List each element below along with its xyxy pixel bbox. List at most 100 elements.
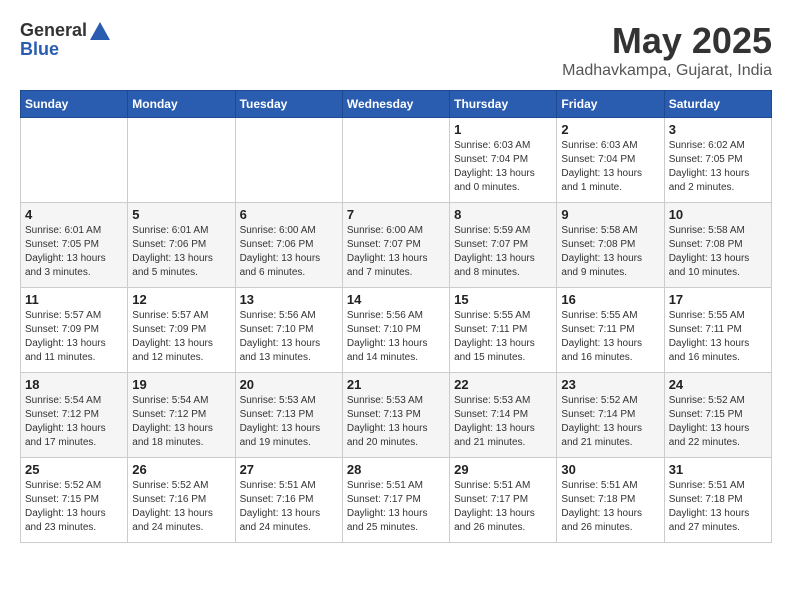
day-info: Sunrise: 5:52 AM Sunset: 7:14 PM Dayligh… — [561, 394, 659, 450]
title-area: May 2025 Madhavkampa, Gujarat, India — [562, 20, 772, 80]
day-info: Sunrise: 6:03 AM Sunset: 7:04 PM Dayligh… — [561, 139, 659, 195]
week-row-2: 11 Sunrise: 5:57 AM Sunset: 7:09 PM Dayli… — [21, 288, 772, 373]
day-info: Sunrise: 5:53 AM Sunset: 7:13 PM Dayligh… — [347, 394, 445, 450]
day-info: Sunrise: 5:51 AM Sunset: 7:16 PM Dayligh… — [240, 479, 338, 535]
day-info: Sunrise: 5:52 AM Sunset: 7:16 PM Dayligh… — [132, 479, 230, 535]
day-info: Sunrise: 6:01 AM Sunset: 7:06 PM Dayligh… — [132, 224, 230, 280]
day-cell: 30 Sunrise: 5:51 AM Sunset: 7:18 PM Dayli… — [557, 458, 664, 543]
day-info: Sunrise: 5:57 AM Sunset: 7:09 PM Dayligh… — [132, 309, 230, 365]
day-info: Sunrise: 5:59 AM Sunset: 7:07 PM Dayligh… — [454, 224, 552, 280]
day-cell: 6Sunrise: 6:00 AM Sunset: 7:06 PM Daylig… — [235, 203, 342, 288]
day-info: Sunrise: 5:53 AM Sunset: 7:13 PM Dayligh… — [240, 394, 338, 450]
header-cell-tuesday: Tuesday — [235, 91, 342, 118]
day-number: 12 — [132, 292, 230, 307]
day-cell: 27 Sunrise: 5:51 AM Sunset: 7:16 PM Dayli… — [235, 458, 342, 543]
day-cell: 18Sunrise: 5:54 AM Sunset: 7:12 PM Dayli… — [21, 373, 128, 458]
day-info: Sunrise: 6:00 AM Sunset: 7:06 PM Dayligh… — [240, 224, 338, 280]
day-cell: 10 Sunrise: 5:58 AM Sunset: 7:08 PM Dayli… — [664, 203, 771, 288]
day-number: 11 — [25, 292, 123, 307]
day-cell: 7 Sunrise: 6:00 AM Sunset: 7:07 PM Daylig… — [342, 203, 449, 288]
day-number: 16 — [561, 292, 659, 307]
day-cell: 5 Sunrise: 6:01 AM Sunset: 7:06 PM Daylig… — [128, 203, 235, 288]
day-number: 10 — [669, 207, 767, 222]
calendar-header: SundayMondayTuesdayWednesdayThursdayFrid… — [21, 91, 772, 118]
header-row: SundayMondayTuesdayWednesdayThursdayFrid… — [21, 91, 772, 118]
day-info: Sunrise: 5:58 AM Sunset: 7:08 PM Dayligh… — [669, 224, 767, 280]
day-number: 25 — [25, 462, 123, 477]
day-cell: 14Sunrise: 5:56 AM Sunset: 7:10 PM Dayli… — [342, 288, 449, 373]
header-cell-friday: Friday — [557, 91, 664, 118]
calendar-body: 1Sunrise: 6:03 AM Sunset: 7:04 PM Daylig… — [21, 118, 772, 543]
day-cell: 25 Sunrise: 5:52 AM Sunset: 7:15 PM Dayli… — [21, 458, 128, 543]
day-cell: 3Sunrise: 6:02 AM Sunset: 7:05 PM Daylig… — [664, 118, 771, 203]
day-cell: 24Sunrise: 5:52 AM Sunset: 7:15 PM Dayli… — [664, 373, 771, 458]
week-row-0: 1Sunrise: 6:03 AM Sunset: 7:04 PM Daylig… — [21, 118, 772, 203]
day-info: Sunrise: 5:52 AM Sunset: 7:15 PM Dayligh… — [25, 479, 123, 535]
day-cell: 31Sunrise: 5:51 AM Sunset: 7:18 PM Dayli… — [664, 458, 771, 543]
header-cell-wednesday: Wednesday — [342, 91, 449, 118]
logo: General Blue — [20, 20, 110, 60]
day-number: 20 — [240, 377, 338, 392]
logo-triangle-icon — [90, 22, 110, 40]
header-cell-saturday: Saturday — [664, 91, 771, 118]
day-number: 15 — [454, 292, 552, 307]
day-info: Sunrise: 6:03 AM Sunset: 7:04 PM Dayligh… — [454, 139, 552, 195]
day-info: Sunrise: 5:56 AM Sunset: 7:10 PM Dayligh… — [240, 309, 338, 365]
day-cell: 4Sunrise: 6:01 AM Sunset: 7:05 PM Daylig… — [21, 203, 128, 288]
day-cell: 2 Sunrise: 6:03 AM Sunset: 7:04 PM Daylig… — [557, 118, 664, 203]
header-cell-thursday: Thursday — [450, 91, 557, 118]
logo-line: General — [20, 20, 110, 41]
day-cell — [128, 118, 235, 203]
logo-blue: Blue — [20, 39, 110, 60]
day-number: 23 — [561, 377, 659, 392]
day-info: Sunrise: 5:51 AM Sunset: 7:18 PM Dayligh… — [561, 479, 659, 535]
day-info: Sunrise: 6:02 AM Sunset: 7:05 PM Dayligh… — [669, 139, 767, 195]
day-number: 27 — [240, 462, 338, 477]
day-info: Sunrise: 5:51 AM Sunset: 7:17 PM Dayligh… — [454, 479, 552, 535]
day-cell: 20 Sunrise: 5:53 AM Sunset: 7:13 PM Dayli… — [235, 373, 342, 458]
day-cell: 23 Sunrise: 5:52 AM Sunset: 7:14 PM Dayli… — [557, 373, 664, 458]
day-number: 18 — [25, 377, 123, 392]
day-info: Sunrise: 5:58 AM Sunset: 7:08 PM Dayligh… — [561, 224, 659, 280]
day-cell: 16 Sunrise: 5:55 AM Sunset: 7:11 PM Dayli… — [557, 288, 664, 373]
day-cell: 28Sunrise: 5:51 AM Sunset: 7:17 PM Dayli… — [342, 458, 449, 543]
day-cell — [342, 118, 449, 203]
day-info: Sunrise: 5:55 AM Sunset: 7:11 PM Dayligh… — [454, 309, 552, 365]
location-title: Madhavkampa, Gujarat, India — [562, 62, 772, 80]
day-number: 21 — [347, 377, 445, 392]
day-number: 5 — [132, 207, 230, 222]
logo-general: General — [20, 20, 87, 41]
week-row-1: 4Sunrise: 6:01 AM Sunset: 7:05 PM Daylig… — [21, 203, 772, 288]
day-number: 13 — [240, 292, 338, 307]
day-number: 4 — [25, 207, 123, 222]
day-info: Sunrise: 5:55 AM Sunset: 7:11 PM Dayligh… — [561, 309, 659, 365]
month-title: May 2025 — [562, 20, 772, 62]
day-number: 7 — [347, 207, 445, 222]
day-cell: 9 Sunrise: 5:58 AM Sunset: 7:08 PM Daylig… — [557, 203, 664, 288]
day-number: 9 — [561, 207, 659, 222]
day-cell: 26 Sunrise: 5:52 AM Sunset: 7:16 PM Dayli… — [128, 458, 235, 543]
calendar-table: SundayMondayTuesdayWednesdayThursdayFrid… — [20, 90, 772, 543]
day-cell: 22Sunrise: 5:53 AM Sunset: 7:14 PM Dayli… — [450, 373, 557, 458]
day-cell: 12 Sunrise: 5:57 AM Sunset: 7:09 PM Dayli… — [128, 288, 235, 373]
day-info: Sunrise: 6:00 AM Sunset: 7:07 PM Dayligh… — [347, 224, 445, 280]
day-cell: 1Sunrise: 6:03 AM Sunset: 7:04 PM Daylig… — [450, 118, 557, 203]
day-number: 26 — [132, 462, 230, 477]
day-number: 19 — [132, 377, 230, 392]
day-number: 29 — [454, 462, 552, 477]
day-info: Sunrise: 5:51 AM Sunset: 7:18 PM Dayligh… — [669, 479, 767, 535]
day-number: 14 — [347, 292, 445, 307]
day-number: 8 — [454, 207, 552, 222]
day-cell: 21 Sunrise: 5:53 AM Sunset: 7:13 PM Dayli… — [342, 373, 449, 458]
day-number: 28 — [347, 462, 445, 477]
header-cell-sunday: Sunday — [21, 91, 128, 118]
day-number: 2 — [561, 122, 659, 137]
day-number: 24 — [669, 377, 767, 392]
week-row-4: 25 Sunrise: 5:52 AM Sunset: 7:15 PM Dayli… — [21, 458, 772, 543]
day-cell — [21, 118, 128, 203]
day-cell: 29 Sunrise: 5:51 AM Sunset: 7:17 PM Dayli… — [450, 458, 557, 543]
day-number: 30 — [561, 462, 659, 477]
day-cell: 15 Sunrise: 5:55 AM Sunset: 7:11 PM Dayli… — [450, 288, 557, 373]
day-number: 22 — [454, 377, 552, 392]
day-cell: 13 Sunrise: 5:56 AM Sunset: 7:10 PM Dayli… — [235, 288, 342, 373]
